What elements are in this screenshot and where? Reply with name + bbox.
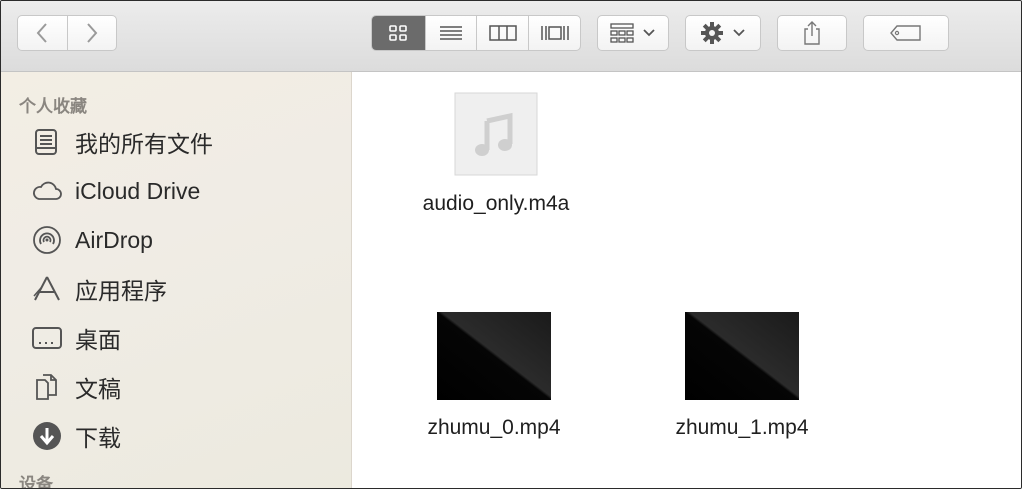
desktop-icon bbox=[31, 322, 67, 354]
sidebar-item-icloud-drive[interactable]: iCloud Drive bbox=[31, 171, 200, 211]
sidebar-item-label: AirDrop bbox=[75, 226, 153, 253]
all-files-icon bbox=[31, 126, 67, 158]
column-view-button[interactable] bbox=[477, 16, 530, 50]
coverflow-view-button[interactable] bbox=[529, 16, 580, 50]
arrange-button[interactable] bbox=[597, 15, 669, 51]
icon-view-icon bbox=[389, 25, 408, 41]
tag-icon bbox=[890, 25, 921, 41]
documents-icon bbox=[31, 371, 67, 403]
toolbar bbox=[1, 1, 1021, 72]
file-item[interactable]: zhumu_0.mp4 bbox=[394, 312, 594, 440]
view-mode-control bbox=[371, 15, 581, 51]
sidebar-item-label: 下载 bbox=[75, 425, 121, 451]
forward-icon bbox=[87, 23, 98, 43]
share-button[interactable] bbox=[777, 15, 847, 51]
file-name: zhumu_1.mp4 bbox=[675, 416, 809, 439]
action-button[interactable] bbox=[685, 15, 761, 51]
list-view-button[interactable] bbox=[426, 16, 478, 50]
video-file-icon bbox=[685, 312, 799, 400]
downloads-icon bbox=[31, 420, 67, 452]
audio-file-icon bbox=[454, 92, 538, 176]
nav-buttons bbox=[17, 15, 117, 51]
chevron-down-icon bbox=[643, 29, 655, 37]
file-area: audio_only.m4a zhumu_0.mp4 zhumu_1.mp4 bbox=[352, 72, 1021, 488]
file-name: zhumu_0.mp4 bbox=[427, 416, 561, 439]
sidebar-item-documents[interactable]: 文稿 bbox=[31, 367, 121, 407]
sidebar-item-desktop[interactable]: 桌面 bbox=[31, 318, 121, 358]
favorites-section-title: 个人收藏 bbox=[19, 97, 87, 116]
sidebar-item-label: 文稿 bbox=[75, 376, 121, 402]
back-button[interactable] bbox=[18, 16, 68, 50]
airdrop-icon bbox=[31, 224, 67, 256]
column-view-icon bbox=[489, 25, 517, 41]
file-item[interactable]: audio_only.m4a bbox=[396, 92, 596, 216]
list-view-icon bbox=[440, 26, 463, 40]
file-item[interactable]: zhumu_1.mp4 bbox=[642, 312, 842, 440]
sidebar-item-label: 应用程序 bbox=[75, 278, 167, 304]
applications-icon bbox=[31, 273, 67, 305]
coverflow-view-icon bbox=[540, 26, 569, 40]
chevron-down-icon bbox=[733, 29, 745, 37]
back-icon bbox=[36, 23, 47, 43]
sidebar-item-label: iCloud Drive bbox=[75, 177, 201, 204]
sidebar-item-applications[interactable]: 应用程序 bbox=[31, 269, 167, 309]
share-icon bbox=[804, 21, 820, 45]
sidebar: 个人收藏 我的所有文件 iCloud Drive AirDrop 应用程序 桌面… bbox=[1, 72, 352, 488]
sidebar-item-downloads[interactable]: 下载 bbox=[31, 416, 121, 456]
sidebar-item-label: 我的所有文件 bbox=[75, 131, 213, 157]
sidebar-item-airdrop[interactable]: AirDrop bbox=[31, 220, 153, 260]
forward-button[interactable] bbox=[68, 16, 117, 50]
cloud-icon bbox=[31, 175, 67, 207]
gear-icon bbox=[701, 22, 723, 44]
file-name: audio_only.m4a bbox=[422, 192, 570, 215]
sidebar-item-label: 桌面 bbox=[75, 327, 121, 353]
tags-button[interactable] bbox=[863, 15, 949, 51]
arrange-icon bbox=[610, 23, 634, 43]
devices-section-title: 设备 bbox=[19, 475, 53, 489]
icon-view-button[interactable] bbox=[372, 16, 426, 50]
video-file-icon bbox=[437, 312, 551, 400]
finder-window: 个人收藏 我的所有文件 iCloud Drive AirDrop 应用程序 桌面… bbox=[0, 0, 1022, 489]
sidebar-item-all-files[interactable]: 我的所有文件 bbox=[31, 122, 213, 162]
